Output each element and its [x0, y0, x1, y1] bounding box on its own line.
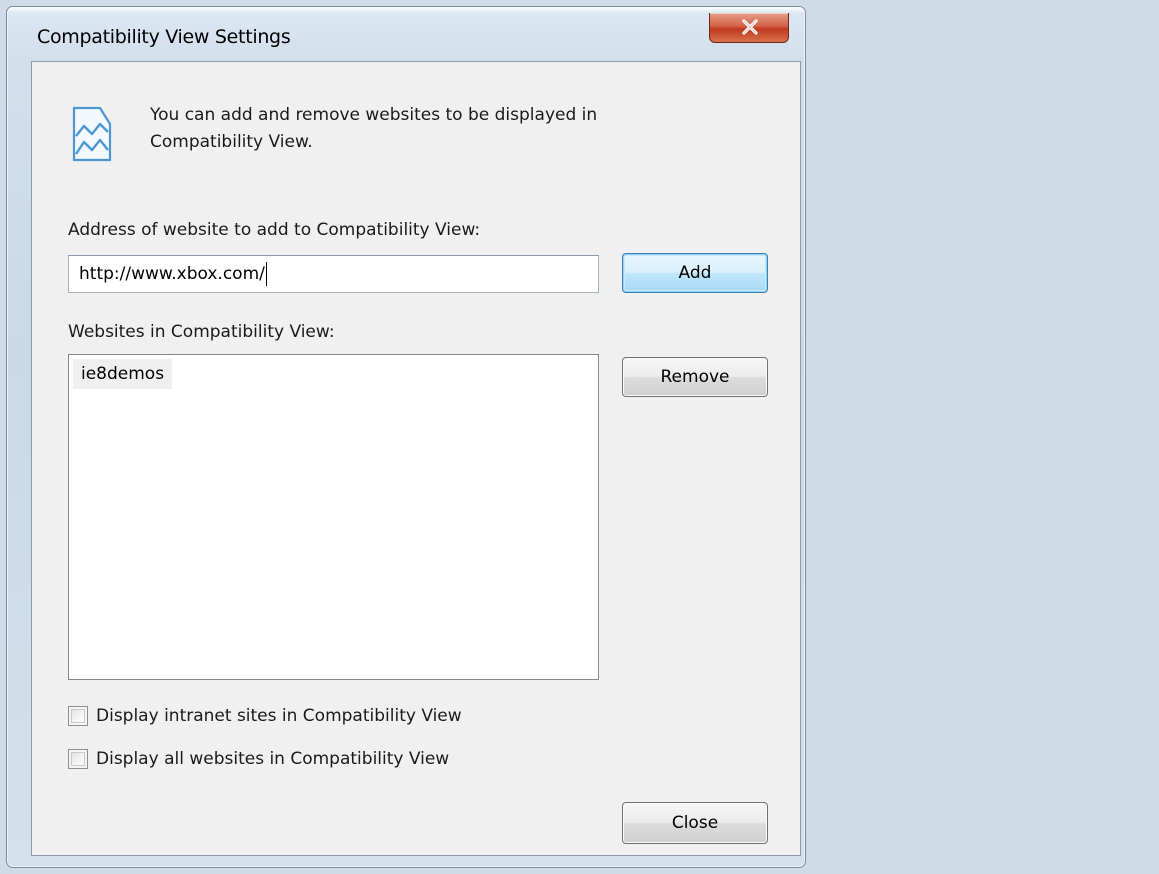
intranet-checkbox-label[interactable]: Display intranet sites in Compatibility … [96, 706, 462, 726]
remove-button[interactable]: Remove [622, 357, 768, 397]
websites-list[interactable]: ie8demos [68, 354, 599, 680]
all-websites-checkbox[interactable] [68, 749, 88, 769]
all-websites-option[interactable]: Display all websites in Compatibility Vi… [68, 746, 449, 772]
window-close-button[interactable] [709, 13, 789, 43]
info-message: You can add and remove websites to be di… [150, 105, 598, 152]
dialog-window: Compatibility View Settings You can add … [6, 6, 806, 868]
add-button[interactable]: Add [622, 253, 768, 293]
all-websites-checkbox-label[interactable]: Display all websites in Compatibility Vi… [96, 749, 449, 769]
close-icon [742, 19, 758, 35]
address-input-value: http://www.xbox.com/ [79, 264, 265, 284]
address-input[interactable]: http://www.xbox.com/ [68, 255, 599, 293]
desktop: Compatibility View Settings You can add … [0, 0, 1159, 874]
compatibility-view-icon [72, 106, 112, 166]
websites-label: Websites in Compatibility View: [68, 322, 335, 342]
list-item[interactable]: ie8demos [73, 359, 173, 389]
intranet-checkbox[interactable] [68, 706, 88, 726]
close-button[interactable]: Close [622, 802, 768, 844]
address-label: Address of website to add to Compatibili… [68, 220, 481, 240]
dialog-client-area: You can add and remove websites to be di… [31, 61, 801, 856]
intranet-option[interactable]: Display intranet sites in Compatibility … [68, 703, 462, 729]
dialog-title: Compatibility View Settings [37, 26, 291, 48]
text-caret [265, 262, 267, 286]
